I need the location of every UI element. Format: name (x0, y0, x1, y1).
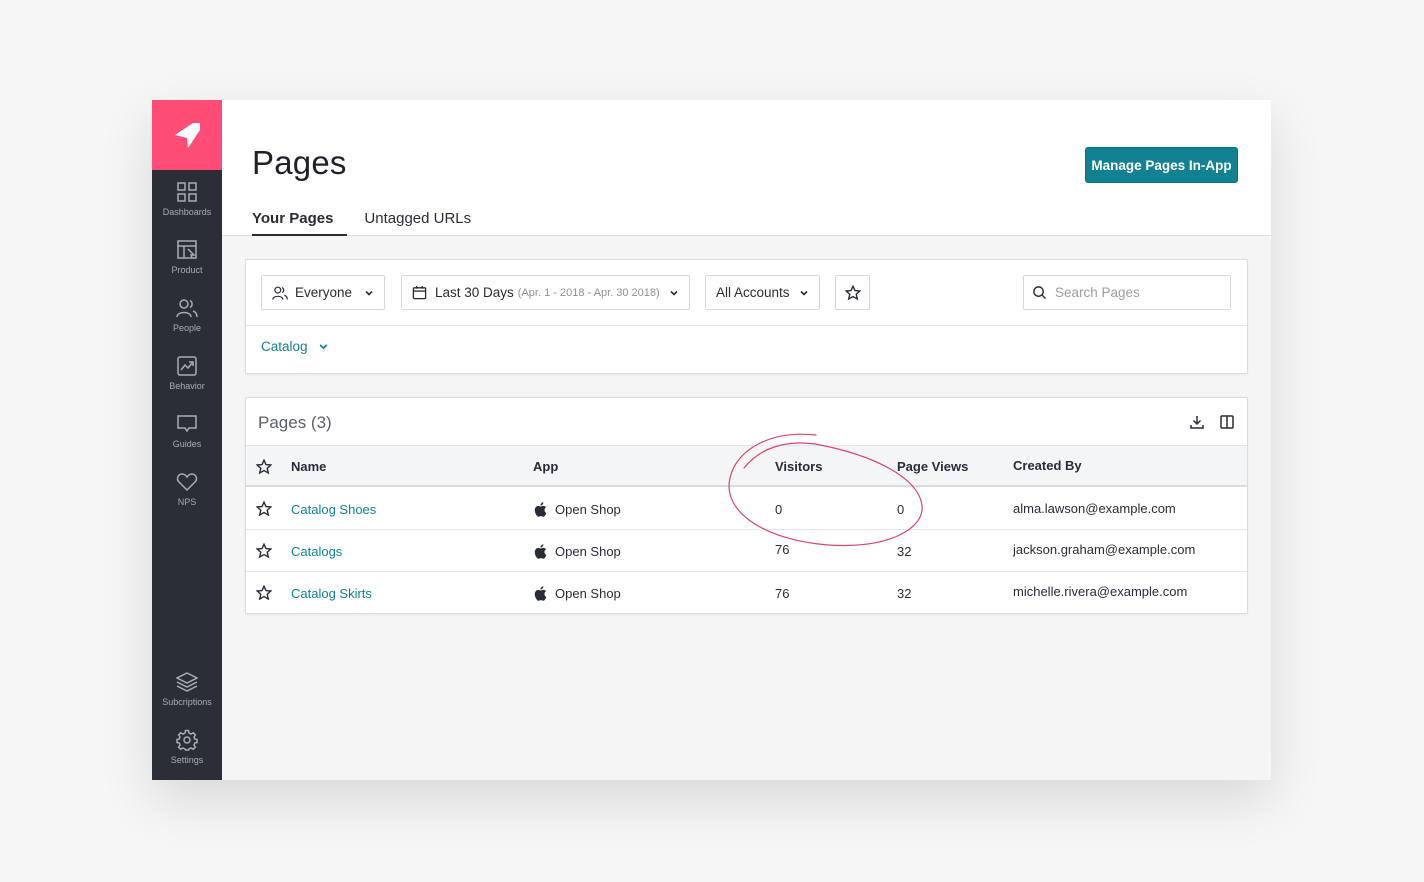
filter-row: Everyone Last 30 Days (Apr. 1 - 2018 - A… (246, 260, 1247, 326)
search-box (1023, 275, 1231, 310)
created-by-cell: michelle.rivera@example.com (1013, 584, 1188, 599)
accounts-value: All Accounts (716, 285, 790, 300)
sidebar-item-label: Product (171, 265, 203, 275)
sidebar-item-behavior[interactable]: Behavior (152, 344, 222, 402)
app-name: Open Shop (555, 544, 621, 559)
segment-dropdown[interactable]: Everyone (261, 275, 385, 310)
date-range-detail: (Apr. 1 - 2018 - Apr. 30 2018) (517, 286, 660, 299)
heart-icon (176, 473, 198, 492)
page-header: Pages Manage Pages In-App Your Pages Unt… (222, 100, 1271, 236)
sidebar: Dashboards Product People Behavior Guide… (152, 100, 222, 780)
tab-untagged-urls[interactable]: Untagged URLs (364, 210, 471, 236)
tab-bar: Your Pages Untagged URLs (252, 210, 488, 236)
dashboards-icon (177, 182, 197, 202)
table-row: Catalogs Open Shop 76 32 jackson.graham@… (246, 530, 1247, 572)
column-header-created-by[interactable]: Created By (1013, 458, 1082, 473)
app-name: Open Shop (555, 586, 621, 601)
star-icon[interactable] (256, 459, 272, 475)
segment-value: Everyone (295, 285, 353, 300)
apple-icon (534, 586, 547, 601)
guides-icon (177, 415, 197, 433)
sidebar-item-label: Guides (172, 439, 202, 449)
download-icon[interactable] (1189, 414, 1205, 430)
visitors-cell: 76 (775, 586, 790, 601)
chevron-down-icon (365, 290, 373, 296)
pages-table-card: Pages (3) Name App Visitors Page Views C… (245, 397, 1248, 614)
logo[interactable] (152, 100, 222, 170)
group-dropdown[interactable]: Catalog (261, 339, 329, 354)
tab-your-pages[interactable]: Your Pages (252, 210, 348, 236)
table-toolbar: Pages (3) (246, 398, 1247, 446)
page-name-link[interactable]: Catalog Skirts (291, 586, 372, 601)
visitors-cell: 0 (775, 502, 783, 517)
apple-icon (534, 544, 547, 559)
date-range-value: Last 30 Days (435, 285, 514, 300)
sidebar-item-dashboards[interactable]: Dashboards (152, 170, 222, 228)
manage-pages-button[interactable]: Manage Pages In-App (1085, 147, 1238, 183)
search-input[interactable] (1055, 285, 1215, 300)
logo-icon (175, 123, 200, 148)
date-range-dropdown[interactable]: Last 30 Days (Apr. 1 - 2018 - Apr. 30 20… (401, 275, 690, 310)
sidebar-item-label: Settings (170, 755, 204, 765)
layers-icon (176, 672, 198, 692)
star-icon (844, 284, 861, 300)
sidebar-item-product[interactable]: Product (152, 228, 222, 286)
chevron-down-icon (800, 290, 808, 296)
people-icon (272, 286, 288, 300)
table-row: Catalog Skirts Open Shop 76 32 michelle.… (246, 572, 1247, 614)
table-header: Name App Visitors Page Views Created By (246, 446, 1247, 487)
sidebar-item-label: NPS (177, 497, 197, 507)
sidebar-item-label: Subcriptions (162, 697, 212, 707)
chevron-down-icon (319, 344, 327, 350)
chevron-down-icon (670, 290, 678, 296)
people-icon (176, 299, 198, 318)
sidebar-item-nps[interactable]: NPS (152, 460, 222, 518)
page-title: Pages (252, 144, 347, 181)
app-cell: Open Shop (534, 502, 621, 517)
behavior-icon (177, 356, 197, 376)
created-by-cell: alma.lawson@example.com (1013, 501, 1176, 516)
column-header-name[interactable]: Name (291, 459, 326, 474)
column-header-page-views[interactable]: Page Views (897, 459, 968, 474)
column-header-app[interactable]: App (533, 459, 558, 474)
app-cell: Open Shop (534, 544, 621, 559)
star-icon[interactable] (256, 543, 272, 559)
sidebar-item-subscriptions[interactable]: Subcriptions (152, 660, 222, 718)
sidebar-item-guides[interactable]: Guides (152, 402, 222, 460)
page-views-cell: 0 (897, 502, 905, 517)
gear-icon (176, 729, 198, 751)
visitors-cell: 76 (775, 542, 790, 557)
product-icon (177, 240, 197, 259)
created-by-cell: jackson.graham@example.com (1013, 542, 1196, 557)
star-icon[interactable] (256, 501, 272, 517)
app-cell: Open Shop (534, 586, 621, 601)
star-icon[interactable] (256, 585, 272, 601)
calendar-icon (412, 285, 427, 300)
page-name-link[interactable]: Catalog Shoes (291, 502, 376, 517)
accounts-dropdown[interactable]: All Accounts (705, 275, 820, 310)
favorites-filter-button[interactable] (835, 275, 870, 310)
sidebar-item-people[interactable]: People (152, 286, 222, 344)
sidebar-item-label: Dashboards (162, 207, 212, 217)
search-icon (1033, 286, 1047, 300)
app-name: Open Shop (555, 502, 621, 517)
sidebar-item-label: Behavior (169, 381, 205, 391)
table-title: Pages (3) (258, 413, 332, 432)
group-value: Catalog (261, 339, 308, 354)
page-views-cell: 32 (897, 544, 912, 559)
filter-card: Everyone Last 30 Days (Apr. 1 - 2018 - A… (245, 259, 1248, 374)
sidebar-item-label: People (172, 323, 202, 333)
columns-icon[interactable] (1219, 414, 1235, 430)
app-window: Dashboards Product People Behavior Guide… (152, 100, 1271, 780)
page-name-link[interactable]: Catalogs (291, 544, 342, 559)
page-views-cell: 32 (897, 586, 912, 601)
main-content: Pages Manage Pages In-App Your Pages Unt… (222, 100, 1271, 780)
table-row: Catalog Shoes Open Shop 0 0 alma.lawson@… (246, 488, 1247, 530)
sidebar-item-settings[interactable]: Settings (152, 718, 222, 776)
apple-icon (534, 502, 547, 517)
column-header-visitors[interactable]: Visitors (775, 459, 822, 474)
